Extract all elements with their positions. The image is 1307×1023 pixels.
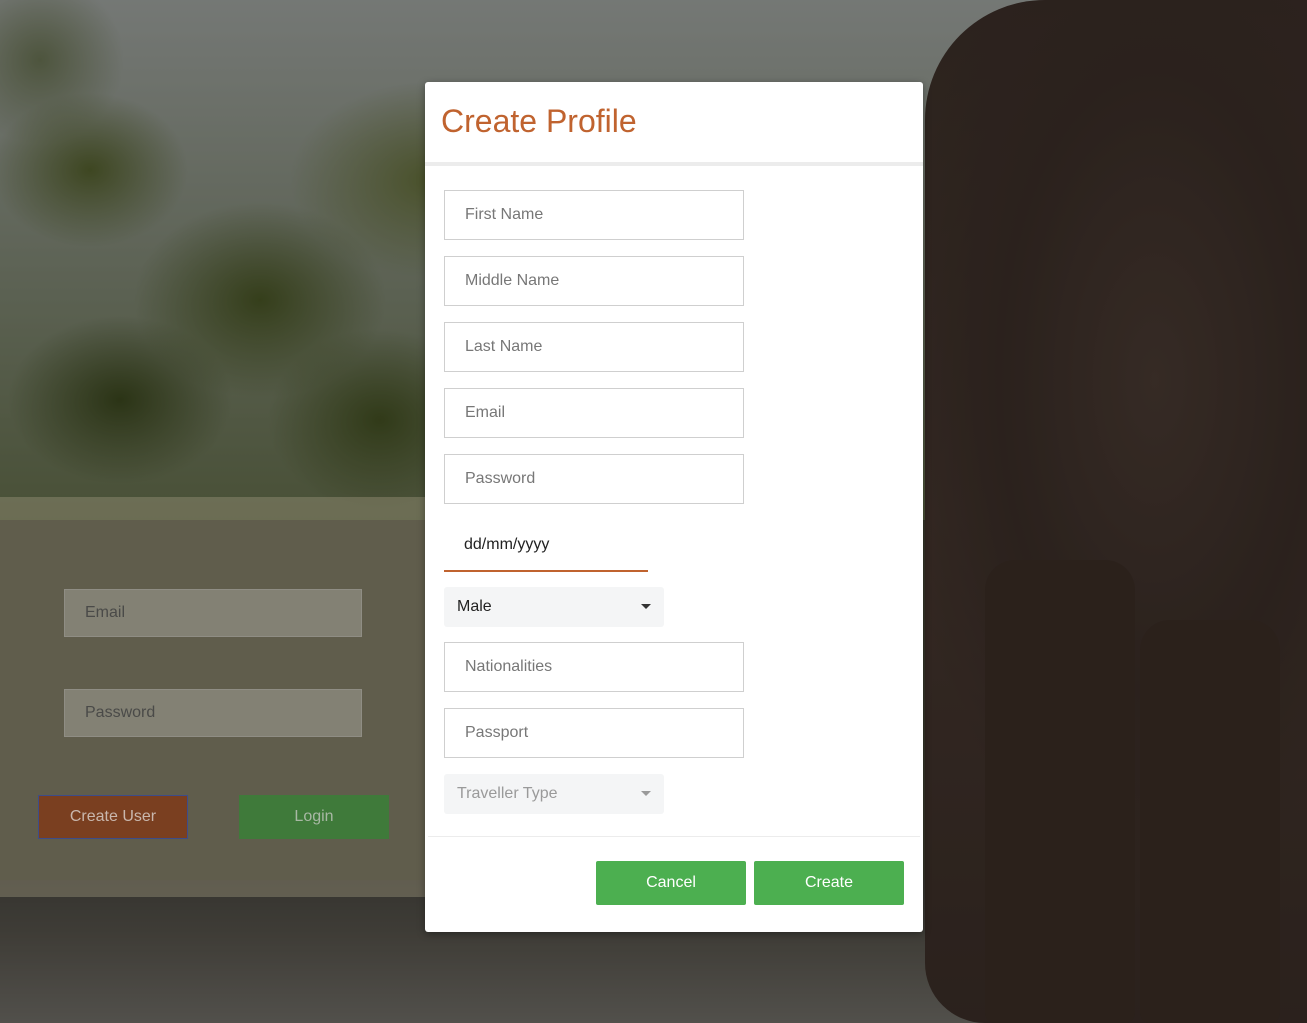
caret-down-icon bbox=[641, 604, 651, 609]
password-field[interactable]: Password bbox=[444, 454, 744, 504]
footer-divider bbox=[428, 836, 920, 837]
modal-title: Create Profile bbox=[441, 103, 637, 139]
gender-select-value: Male bbox=[457, 598, 492, 615]
login-password-field[interactable]: Password bbox=[64, 689, 362, 737]
middle-name-field[interactable]: Middle Name bbox=[444, 256, 744, 306]
cancel-button[interactable]: Cancel bbox=[596, 861, 746, 905]
create-button[interactable]: Create bbox=[754, 861, 904, 905]
passport-field[interactable]: Passport bbox=[444, 708, 744, 758]
nationalities-field[interactable]: Nationalities bbox=[444, 642, 744, 692]
login-email-field[interactable]: Email bbox=[64, 589, 362, 637]
login-button[interactable]: Login bbox=[239, 795, 389, 839]
date-of-birth-field[interactable]: dd/mm/yyyy bbox=[444, 520, 648, 572]
modal-header: Create Profile bbox=[425, 82, 923, 166]
create-user-button[interactable]: Create User bbox=[38, 795, 188, 839]
caret-down-icon bbox=[641, 791, 651, 796]
gender-select[interactable]: Male bbox=[444, 587, 664, 627]
last-name-field[interactable]: Last Name bbox=[444, 322, 744, 372]
traveller-type-select[interactable]: Traveller Type bbox=[444, 774, 664, 814]
first-name-field[interactable]: First Name bbox=[444, 190, 744, 240]
email-field[interactable]: Email bbox=[444, 388, 744, 438]
traveller-type-placeholder: Traveller Type bbox=[457, 785, 558, 802]
create-profile-modal: Create Profile First Name Middle Name La… bbox=[425, 82, 923, 932]
